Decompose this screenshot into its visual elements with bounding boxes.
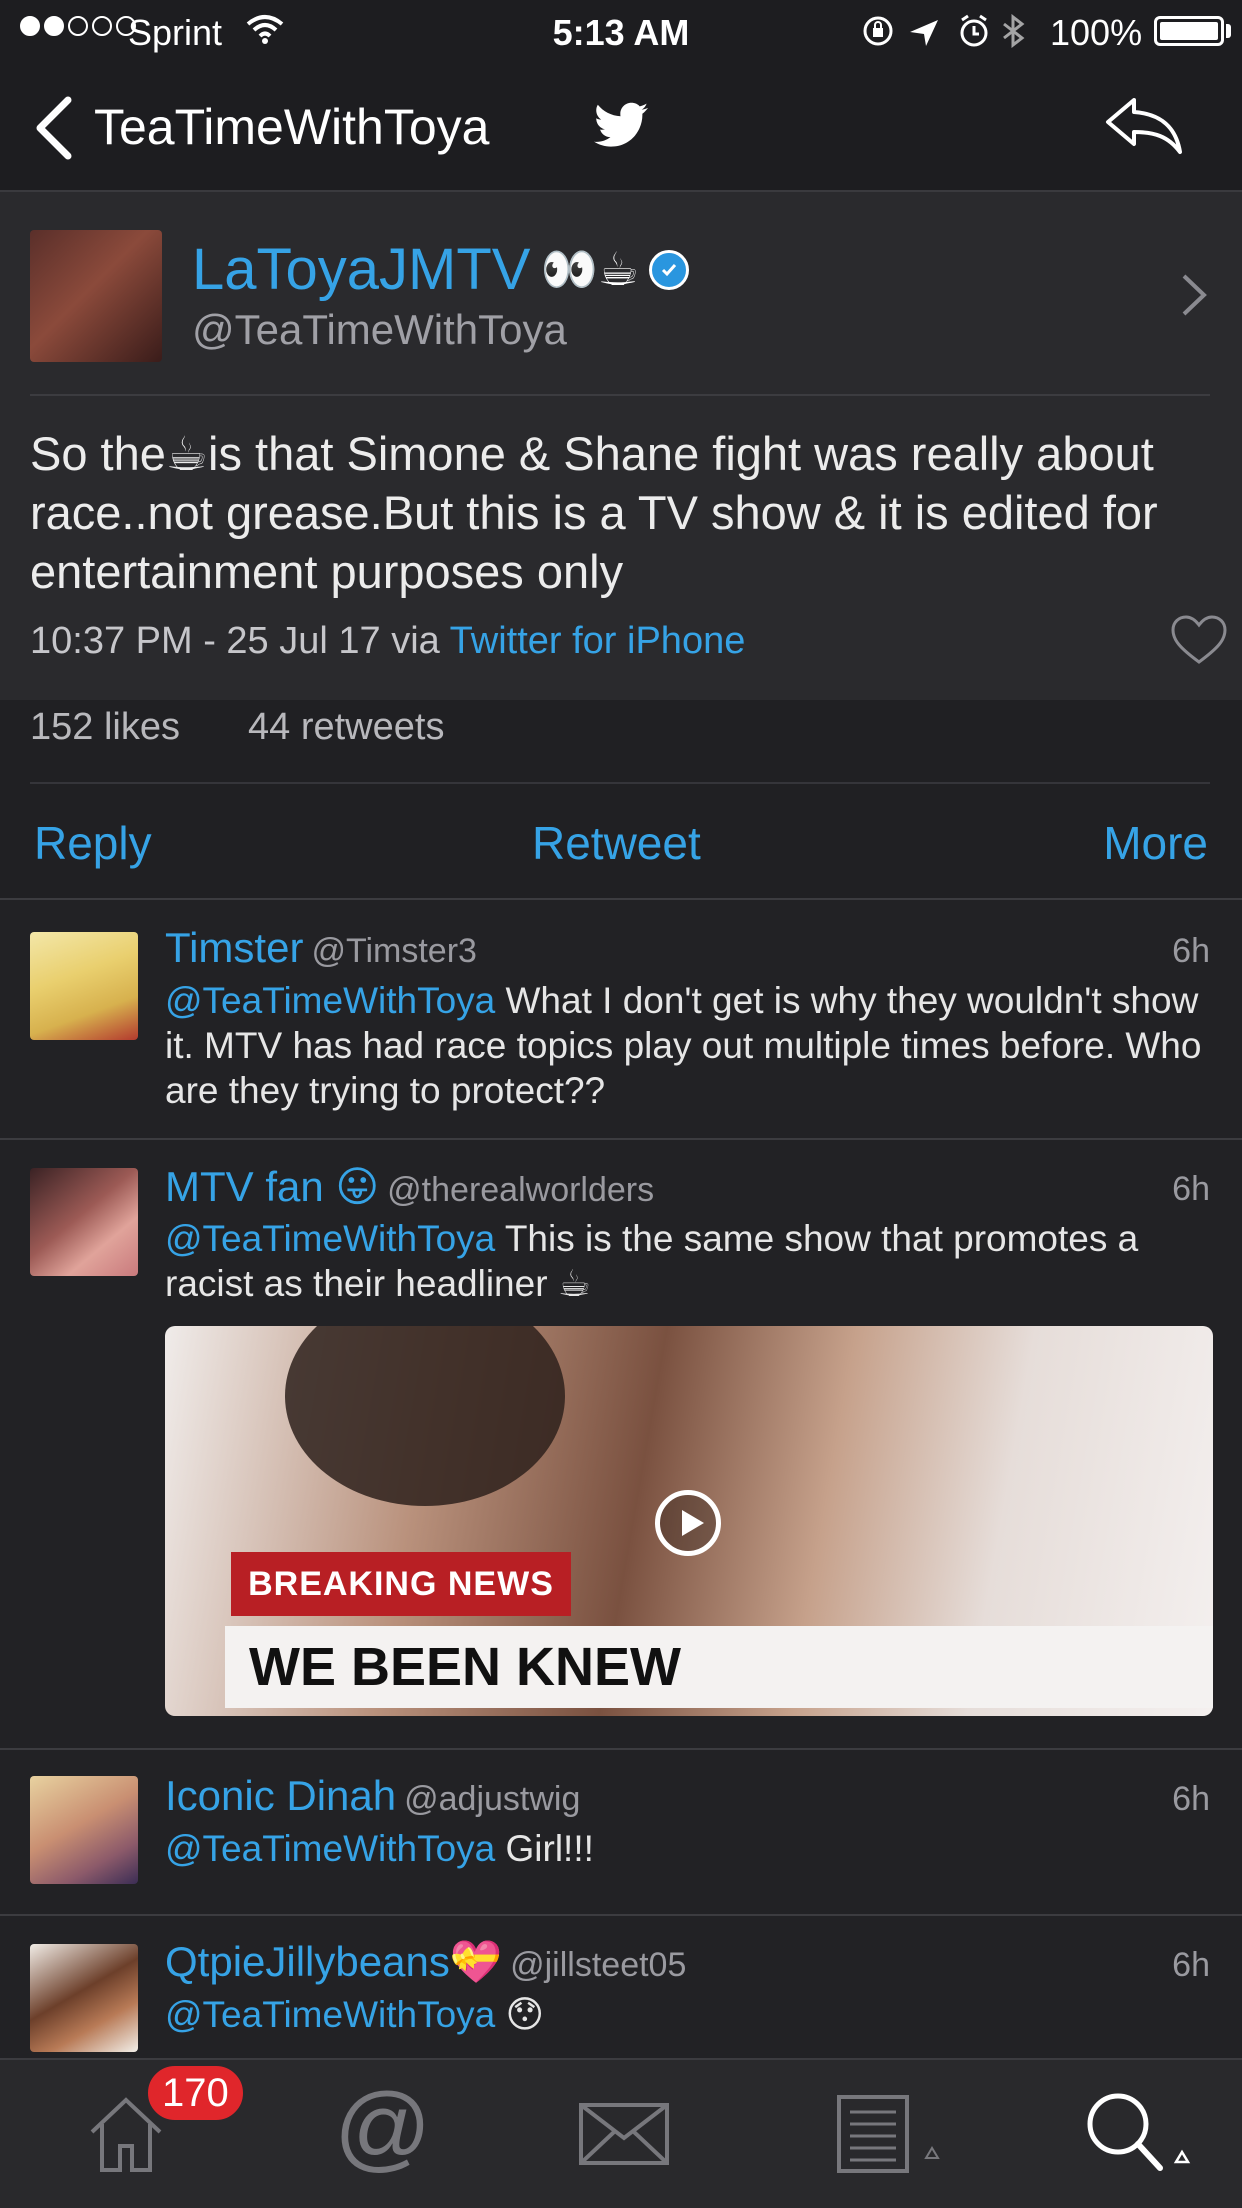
reply-text: @TeaTimeWithToya This is the same show t… <box>165 1218 1139 1304</box>
lists-icon[interactable] <box>836 2094 946 2174</box>
reply-text: @TeaTimeWithToya Girl!!! <box>165 1828 594 1869</box>
tweet-source-link[interactable]: Twitter for iPhone <box>450 620 746 662</box>
avatar[interactable] <box>30 1168 138 1276</box>
back-chevron-icon[interactable] <box>32 96 76 160</box>
heart-icon[interactable] <box>1170 614 1228 666</box>
breaking-news-banner: BREAKING NEWS <box>231 1552 571 1616</box>
bluetooth-icon <box>1003 14 1025 48</box>
reply-item[interactable]: MTV fan 😛 @therealworlders 6h @TeaTimeWit… <box>0 1140 1242 1750</box>
reply-time: 6h <box>1172 932 1210 970</box>
avatar[interactable] <box>30 932 138 1040</box>
location-icon <box>910 20 938 46</box>
likes-count[interactable]: 152 likes <box>30 706 180 749</box>
nav-bar: TeaTimeWithToya <box>0 62 1242 192</box>
mention-link[interactable]: @TeaTimeWithToya <box>165 1994 495 2035</box>
mention-link[interactable]: @TeaTimeWithToya <box>165 1218 495 1259</box>
mention-link[interactable]: @TeaTimeWithToya <box>165 1828 495 1869</box>
battery-icon <box>1154 16 1224 46</box>
tweet-meta: 10:37 PM - 25 Jul 17 via Twitter for iPh… <box>30 620 745 663</box>
reply-item[interactable]: Iconic Dinah @adjustwig 6h @TeaTimeWithTo… <box>0 1750 1242 1916</box>
reply-author-name[interactable]: Iconic Dinah <box>165 1772 396 1819</box>
reply-time: 6h <box>1172 1170 1210 1208</box>
author-name: LaToyaJMTV <box>192 237 531 302</box>
reply-author-handle: @jillsteet05 <box>510 1946 687 1984</box>
search-icon[interactable] <box>1082 2088 1192 2178</box>
tweet-stats <box>0 700 1242 784</box>
tweet-timestamp: 10:37 PM - 25 Jul 17 via <box>30 620 450 662</box>
home-notification-badge: 170 <box>146 2064 245 2122</box>
retweet-button[interactable]: Retweet <box>532 816 701 870</box>
tweet-actions: Reply Retweet More <box>0 784 1242 900</box>
avatar[interactable] <box>30 1776 138 1884</box>
verified-badge-icon <box>648 249 689 290</box>
reply-author-handle: @therealworlders <box>387 1171 655 1209</box>
more-button[interactable]: More <box>1103 816 1208 870</box>
author-name-emoji: 👀☕ <box>540 243 639 295</box>
rotation-lock-icon <box>863 16 893 46</box>
reply-author-handle: @Timster3 <box>311 932 477 970</box>
mentions-icon[interactable]: @ <box>334 2080 431 2176</box>
author-handle: @TeaTimeWithToya <box>192 306 567 353</box>
reply-author-name[interactable]: Timster <box>165 924 303 971</box>
reply-time: 6h <box>1172 1780 1210 1818</box>
reply-text: @TeaTimeWithToya What I don't get is why… <box>165 980 1202 1111</box>
video-thumbnail[interactable]: BREAKING NEWS WE BEEN KNEW <box>165 1326 1213 1716</box>
battery-percent: 100% <box>1050 12 1143 53</box>
reply-time: 6h <box>1172 1946 1210 1984</box>
video-caption: WE BEEN KNEW <box>225 1626 1213 1708</box>
reply-button[interactable]: Reply <box>34 816 152 870</box>
reply-author-name[interactable]: QtpieJillybeans💝 <box>165 1938 502 1985</box>
messages-envelope-icon[interactable] <box>578 2102 670 2166</box>
retweets-count[interactable]: 44 retweets <box>248 706 444 749</box>
back-button-label[interactable]: TeaTimeWithToya <box>94 98 489 156</box>
reply-author-name[interactable]: MTV fan 😛 <box>165 1163 379 1210</box>
reply-share-icon[interactable] <box>1104 92 1184 156</box>
tweet-author-row[interactable]: LaToyaJMTV 👀☕ <box>192 236 689 303</box>
twitter-bird-icon <box>594 102 648 147</box>
reply-text: @TeaTimeWithToya 😯 <box>165 1994 545 2035</box>
tweet-text: So the☕is that Simone & Shane fight was … <box>30 427 1158 598</box>
reply-author-handle: @adjustwig <box>404 1780 581 1818</box>
play-icon[interactable] <box>655 1490 721 1556</box>
reply-item[interactable]: QtpieJillybeans💝 @jillsteet05 6h @TeaTime… <box>0 1916 1242 2058</box>
avatar[interactable] <box>30 230 162 362</box>
reply-item[interactable]: Timster @Timster3 6h @TeaTimeWithToya Wha… <box>0 902 1242 1140</box>
alarm-icon <box>960 14 988 47</box>
mention-link[interactable]: @TeaTimeWithToya <box>165 980 495 1021</box>
chevron-right-icon[interactable] <box>1180 272 1208 318</box>
main-tweet: LaToyaJMTV 👀☕ @TeaTimeWithToya So the☕is… <box>0 192 1242 700</box>
status-icons <box>863 14 1025 48</box>
avatar[interactable] <box>30 1944 138 2052</box>
divider <box>30 394 1210 396</box>
